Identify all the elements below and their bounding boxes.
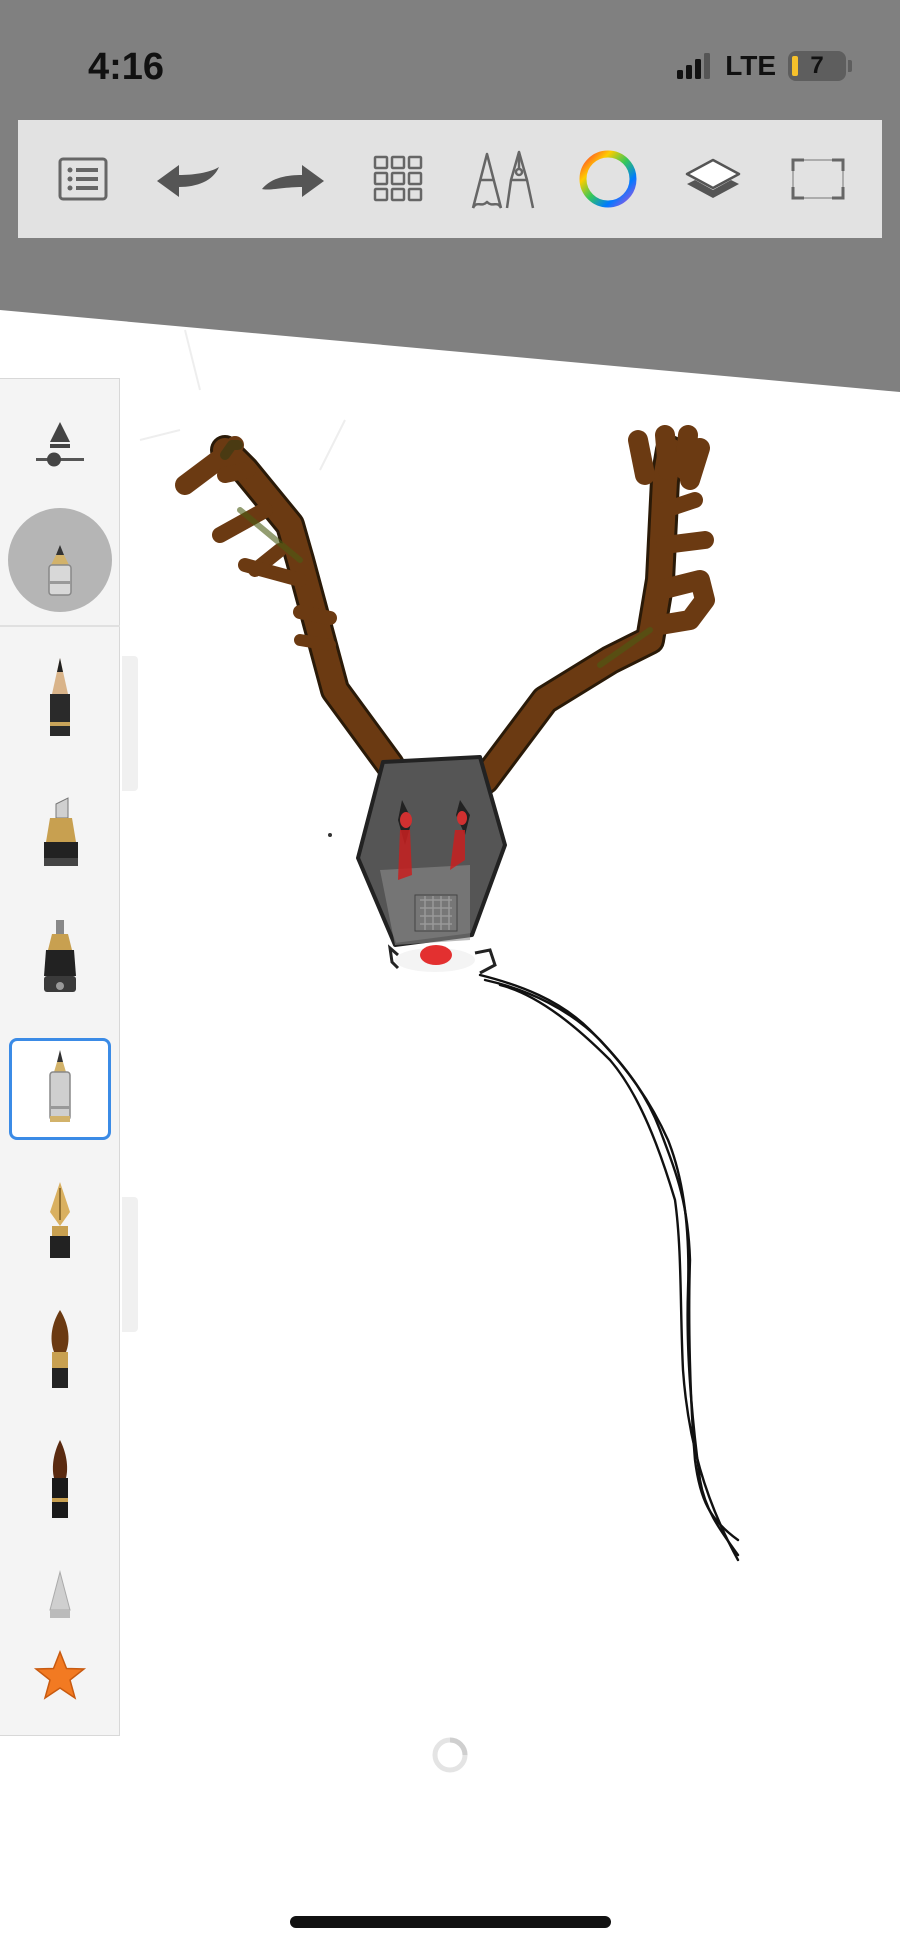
fullscreen-icon — [791, 158, 844, 200]
brush-fountain-pen[interactable] — [0, 1171, 120, 1271]
brush-paintbrush[interactable] — [0, 1301, 120, 1401]
redo-button[interactable] — [253, 139, 333, 219]
star-icon — [33, 1649, 87, 1700]
panel-divider — [0, 625, 120, 627]
technical-pen-icon — [49, 1050, 71, 1122]
status-right: LTE 7 — [677, 50, 852, 82]
layers-icon — [685, 158, 740, 198]
home-indicator[interactable] — [290, 1916, 611, 1928]
brushes-button[interactable] — [463, 139, 543, 219]
paintbrush-icon — [51, 1310, 69, 1388]
right-antler — [470, 425, 715, 795]
technical-pen-icon — [8, 508, 112, 612]
brush-marker[interactable] — [0, 779, 120, 879]
scribble-line — [478, 973, 740, 1562]
selected-brush-frame — [9, 1038, 111, 1140]
brush-panel — [0, 378, 120, 1736]
brush-size-button[interactable] — [0, 409, 120, 479]
marker-icon — [44, 797, 78, 866]
grid-icon — [373, 155, 422, 202]
grid-button[interactable] — [358, 139, 438, 219]
status-bar: 4:16 LTE 7 — [0, 0, 900, 110]
left-antler — [175, 435, 405, 780]
battery-icon: 7 — [788, 51, 846, 81]
panel-scroll-handle-top[interactable] — [122, 656, 138, 791]
brush-watercolor[interactable] — [0, 1431, 120, 1531]
color-wheel-icon — [579, 150, 636, 208]
favorites-button[interactable] — [0, 1641, 120, 1711]
battery-tip — [848, 60, 852, 72]
brush-pencil[interactable] — [0, 647, 120, 747]
undo-icon — [156, 165, 219, 197]
reindeer-head — [328, 755, 507, 972]
layers-button[interactable] — [673, 139, 753, 219]
felt-pen-icon — [44, 920, 76, 992]
current-brush-preview[interactable] — [0, 507, 120, 613]
pencil-icon — [50, 658, 70, 736]
gallery-list-button[interactable] — [43, 139, 123, 219]
fullscreen-button[interactable] — [778, 139, 858, 219]
brushes-icon — [471, 150, 534, 209]
signal-icon — [677, 53, 711, 79]
panel-scroll-handle-bottom[interactable] — [122, 1197, 138, 1332]
top-toolbar — [18, 120, 882, 238]
status-time: 4:16 — [88, 46, 165, 88]
network-type: LTE — [725, 50, 776, 81]
watercolor-brush-icon — [52, 1440, 68, 1518]
airbrush-icon — [49, 1570, 71, 1618]
brush-airbrush[interactable] — [0, 1559, 120, 1629]
battery-level: 7 — [810, 52, 824, 79]
color-picker-button[interactable] — [568, 139, 648, 219]
undo-button[interactable] — [148, 139, 228, 219]
loading-spinner-icon — [432, 1737, 468, 1773]
brush-size-icon — [36, 422, 84, 467]
list-icon — [58, 157, 107, 201]
brush-felt-pen[interactable] — [0, 909, 120, 1009]
redo-icon — [261, 165, 324, 197]
fountain-pen-icon — [50, 1182, 70, 1258]
drawing-canvas[interactable] — [120, 280, 900, 1920]
brush-technical-pen-selected[interactable] — [0, 1035, 120, 1143]
